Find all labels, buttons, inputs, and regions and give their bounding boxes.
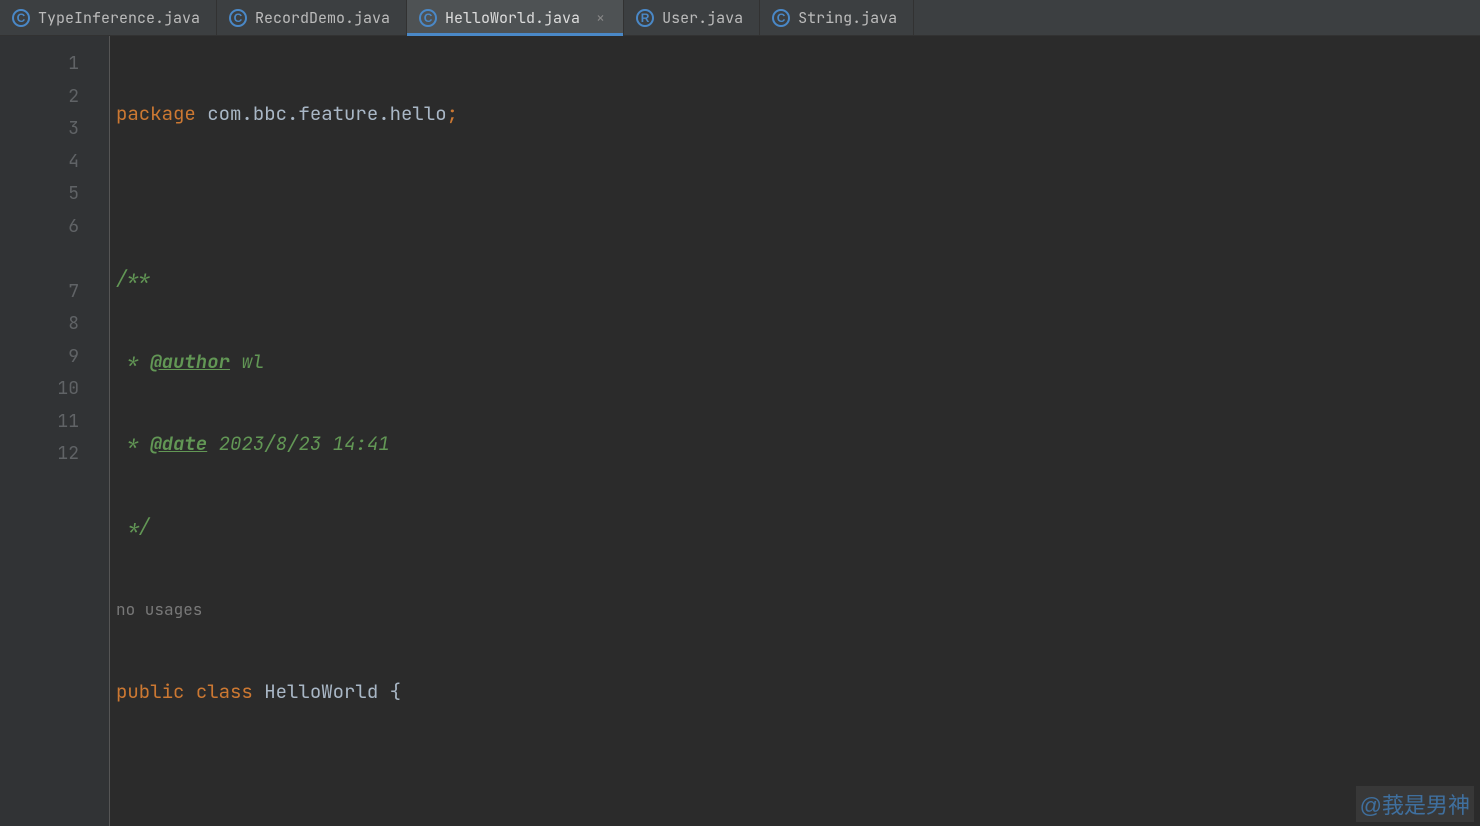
tab-label: TypeInference.java	[38, 8, 200, 28]
java-class-icon: C	[12, 9, 30, 27]
tab-label: HelloWorld.java	[445, 8, 580, 28]
code-line: * @author wl	[114, 346, 1480, 379]
package-name: com.bbc.feature.hello	[196, 101, 447, 126]
line-number[interactable]: 11	[10, 406, 109, 439]
editor-tab[interactable]: C String.java	[760, 0, 914, 35]
line-number[interactable]	[10, 243, 109, 276]
close-icon[interactable]: ×	[594, 8, 607, 28]
keyword-package: package	[116, 101, 196, 126]
keyword-class: class	[196, 679, 264, 704]
javadoc-date-val: 2023/8/23 14:41	[207, 431, 389, 456]
line-number[interactable]: 1	[10, 48, 109, 81]
tab-label: String.java	[798, 8, 897, 28]
javadoc-open: /**	[116, 266, 150, 291]
tab-label: RecordDemo.java	[255, 8, 390, 28]
semicolon: ;	[447, 101, 458, 126]
javadoc-author-val: wl	[230, 349, 264, 374]
editor-tabbar: C TypeInference.java C RecordDemo.java C Hell…	[0, 0, 1480, 36]
class-name: HelloWorld	[264, 679, 389, 704]
line-number[interactable]: 3	[10, 113, 109, 146]
line-number[interactable]: 2	[10, 81, 109, 114]
editor-tab[interactable]: C HelloWorld.java ×	[407, 0, 624, 35]
code-line	[114, 181, 1480, 214]
javadoc-close: */	[116, 514, 150, 539]
record-class-icon: R	[636, 9, 654, 27]
code-line	[114, 758, 1480, 791]
open-brace: {	[390, 679, 401, 704]
code-editor[interactable]: 123456789101112 package com.bbc.feature.…	[0, 36, 1480, 826]
line-number[interactable]: 9	[10, 341, 109, 374]
code-line: package com.bbc.feature.hello;	[114, 98, 1480, 131]
code-area[interactable]: package com.bbc.feature.hello; /** * @au…	[110, 36, 1480, 826]
line-number[interactable]: 6	[10, 211, 109, 244]
line-number-gutter: 123456789101112	[10, 36, 110, 826]
java-class-icon: C	[772, 9, 790, 27]
javadoc-date-tag: @date	[150, 431, 207, 456]
line-number[interactable]: 10	[10, 373, 109, 406]
line-number[interactable]: 7	[10, 276, 109, 309]
javadoc-author-tag: @author	[150, 349, 230, 374]
javadoc-star: *	[116, 349, 150, 374]
line-number[interactable]: 4	[10, 146, 109, 179]
editor-left-strip	[0, 36, 10, 826]
javadoc-star: *	[116, 431, 150, 456]
java-class-icon: C	[419, 9, 437, 27]
editor-tab[interactable]: C TypeInference.java	[0, 0, 217, 35]
keyword-public: public	[116, 679, 196, 704]
line-number[interactable]: 8	[10, 308, 109, 341]
code-line: * @date 2023/8/23 14:41	[114, 428, 1480, 461]
usage-hint[interactable]: no usages	[116, 599, 202, 620]
tab-label: User.java	[662, 8, 743, 28]
line-number[interactable]: 5	[10, 178, 109, 211]
java-class-icon: C	[229, 9, 247, 27]
editor-tab[interactable]: C RecordDemo.java	[217, 0, 407, 35]
code-line: public class HelloWorld {	[114, 676, 1480, 709]
line-number[interactable]: 12	[10, 438, 109, 471]
code-line: /**	[114, 263, 1480, 296]
code-line: no usages	[114, 593, 1480, 626]
editor-tab[interactable]: R User.java	[624, 0, 760, 35]
code-line: */	[114, 511, 1480, 544]
